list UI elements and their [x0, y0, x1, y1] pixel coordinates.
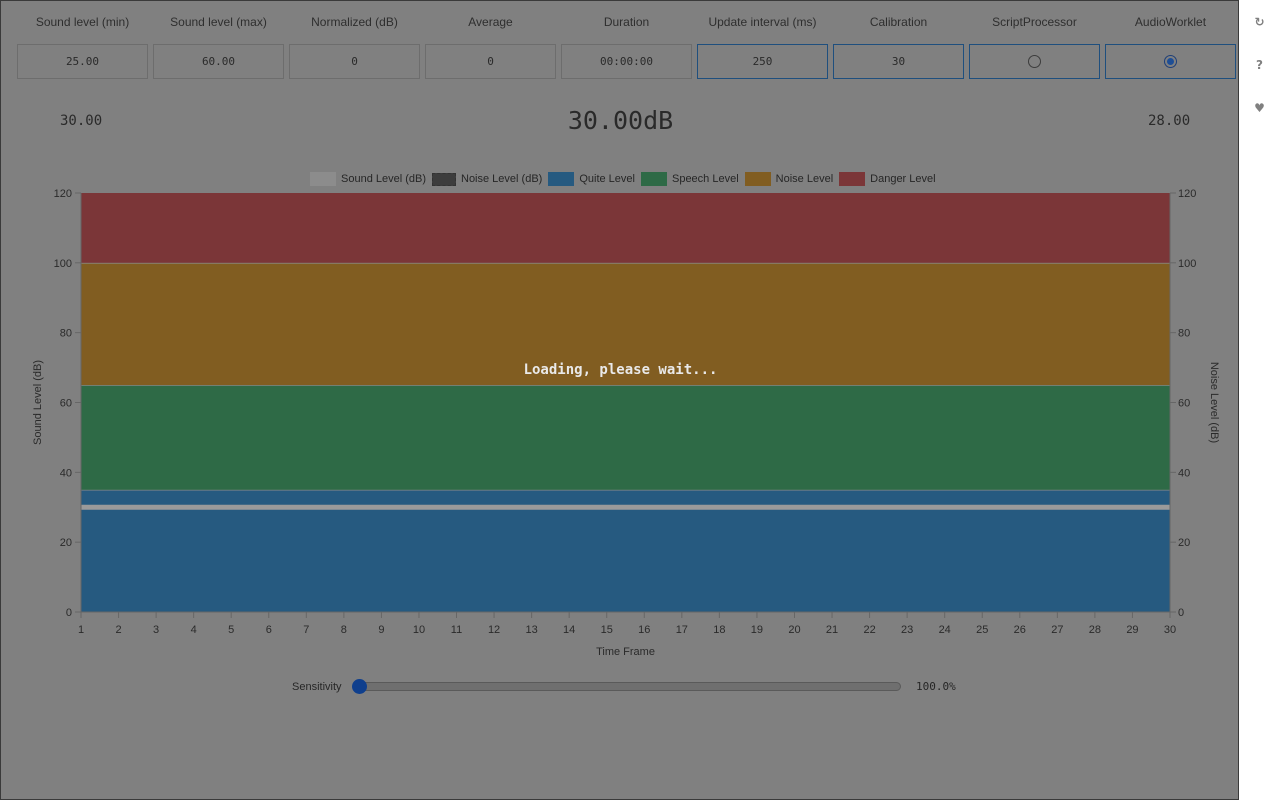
- x-tick-label: 14: [563, 624, 575, 636]
- x-tick-label: 28: [1089, 624, 1101, 636]
- x-axis-title: Time Frame: [596, 646, 655, 658]
- y-tick-label-right: 120: [1178, 188, 1196, 200]
- y-tick-label-right: 0: [1178, 607, 1184, 619]
- x-tick-label: 2: [115, 624, 121, 636]
- x-tick-label: 30: [1164, 624, 1176, 636]
- x-tick-label: 6: [266, 624, 272, 636]
- main-panel: Sound level (min) 25.00 Sound level (max) 6…: [0, 0, 1239, 800]
- loading-message: Loading, please wait...: [523, 362, 718, 378]
- sensitivity-label: Sensitivity: [292, 681, 342, 693]
- y-tick-label-left: 20: [60, 537, 72, 549]
- x-tick-label: 7: [303, 624, 309, 636]
- help-icon[interactable]: ?: [1239, 54, 1280, 76]
- x-tick-label: 3: [153, 624, 159, 636]
- band-danger-level: [81, 193, 1170, 263]
- x-tick-label: 20: [788, 624, 800, 636]
- y-tick-label-left: 0: [66, 607, 72, 619]
- sound-level-chart: 0 020 2040 4060 6080 80100 100120 1201 2 3 4 5 6 7 8 9 1…: [32, 188, 1220, 658]
- x-tick-label: 9: [378, 624, 384, 636]
- y-tick-label-right: 80: [1178, 328, 1190, 340]
- band-speech-level: [81, 385, 1170, 490]
- x-tick-label: 8: [341, 624, 347, 636]
- x-tick-label: 21: [826, 624, 838, 636]
- x-tick-label: 29: [1126, 624, 1138, 636]
- x-tick-label: 5: [228, 624, 234, 636]
- x-tick-label: 1: [78, 624, 84, 636]
- x-tick-label: 19: [751, 624, 763, 636]
- x-tick-label: 15: [601, 624, 613, 636]
- sensitivity-slider-track[interactable]: [356, 682, 901, 691]
- y-tick-label-left: 40: [60, 467, 72, 479]
- y-tick-label-left: 80: [60, 328, 72, 340]
- y-tick-label-left: 100: [54, 258, 72, 270]
- refresh-icon[interactable]: ↻: [1239, 11, 1280, 33]
- x-tick-label: 13: [525, 624, 537, 636]
- y-tick-label-left: 60: [60, 398, 72, 410]
- y-tick-label-right: 100: [1178, 258, 1196, 270]
- sidebar: ↻? ♥: [1239, 0, 1280, 800]
- x-tick-label: 24: [939, 624, 951, 636]
- x-tick-label: 23: [901, 624, 913, 636]
- x-tick-label: 11: [451, 624, 462, 636]
- y-tick-label-right: 20: [1178, 537, 1190, 549]
- x-tick-label: 27: [1051, 624, 1063, 636]
- sensitivity-slider-thumb[interactable]: [352, 679, 367, 694]
- x-tick-label: 16: [638, 624, 650, 636]
- x-tick-label: 25: [976, 624, 988, 636]
- sensitivity-value: 100.0%: [916, 680, 956, 693]
- x-tick-label: 10: [413, 624, 425, 636]
- x-tick-label: 12: [488, 624, 500, 636]
- x-tick-label: 18: [713, 624, 725, 636]
- heart-icon[interactable]: ♥: [1239, 97, 1280, 119]
- y-tick-label-left: 120: [54, 188, 72, 200]
- x-tick-label: 26: [1014, 624, 1026, 636]
- x-tick-label: 17: [676, 624, 688, 636]
- y-tick-label-right: 60: [1178, 398, 1190, 410]
- x-tick-label: 22: [863, 624, 875, 636]
- x-tick-label: 4: [191, 624, 197, 636]
- y-tick-label-right: 40: [1178, 467, 1190, 479]
